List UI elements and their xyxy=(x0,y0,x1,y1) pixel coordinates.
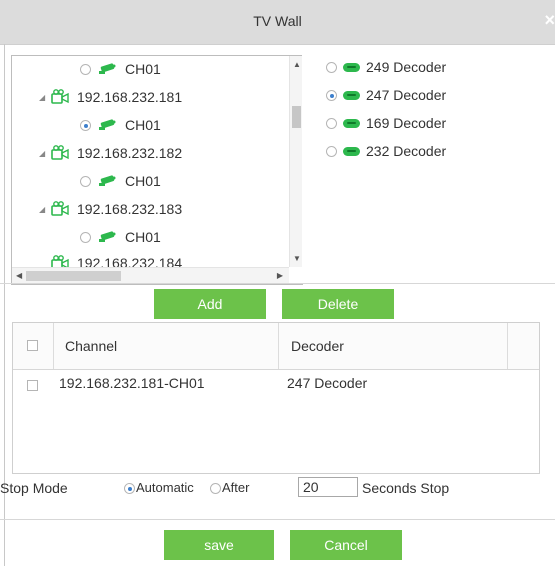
column-divider xyxy=(507,323,508,369)
decoder-label: 169 Decoder xyxy=(366,115,447,131)
channel-tree-panel: CH01 ◢ 192.168.232.181 CH01 ◢ 192.168.23… xyxy=(11,55,303,285)
table-row[interactable]: 192.168.232.181-CH01 247 Decoder xyxy=(13,369,539,399)
add-button[interactable]: Add xyxy=(154,289,266,319)
tree-item-label: 192.168.232.181 xyxy=(77,89,183,105)
tree-channel-item[interactable]: CH01 xyxy=(80,58,161,80)
after-radio[interactable] xyxy=(210,483,221,494)
tree-device-item[interactable]: ◢ 192.168.232.183 xyxy=(39,198,182,220)
expand-icon[interactable]: ◢ xyxy=(39,93,51,102)
decoder-radio[interactable] xyxy=(326,117,337,129)
dialog-title: TV Wall xyxy=(253,13,302,29)
automatic-option-label[interactable]: Automatic xyxy=(136,480,194,495)
dialog-title-bar: TV Wall × xyxy=(0,0,555,45)
scroll-left-arrow-icon[interactable]: ◀ xyxy=(16,271,22,280)
stop-mode-label: Stop Mode xyxy=(0,480,68,496)
row-channel: 192.168.232.181-CH01 xyxy=(59,375,205,391)
decoder-list-panel: 249 Decoder 247 Decoder 169 Decoder 232 … xyxy=(302,55,555,283)
table-header: Channel Decoder xyxy=(13,323,539,370)
column-divider xyxy=(53,323,54,369)
row-checkbox[interactable] xyxy=(27,380,38,391)
tree-item-label: CH01 xyxy=(125,229,161,245)
stop-mode-row: Stop Mode Automatic After Seconds Stop xyxy=(0,472,555,502)
decoder-icon xyxy=(343,62,360,72)
panel-divider xyxy=(0,283,555,284)
column-header-decoder[interactable]: Decoder xyxy=(291,338,344,354)
channel-radio[interactable] xyxy=(80,63,91,75)
select-all-checkbox[interactable] xyxy=(27,340,38,351)
automatic-radio[interactable] xyxy=(124,483,135,494)
scrollbar-thumb[interactable] xyxy=(292,106,301,128)
after-option-label[interactable]: After xyxy=(222,480,249,495)
decoder-label: 249 Decoder xyxy=(366,59,447,75)
scroll-right-arrow-icon[interactable]: ▶ xyxy=(277,271,283,280)
decoder-label: 247 Decoder xyxy=(366,87,447,103)
tree-item-label: 192.168.232.183 xyxy=(77,201,183,217)
cancel-button[interactable]: Cancel xyxy=(290,530,402,560)
channel-radio[interactable] xyxy=(80,231,91,243)
decoder-item[interactable]: 169 Decoder xyxy=(326,112,446,134)
channel-radio[interactable] xyxy=(80,175,91,187)
tree-device-item[interactable]: ◢ 192.168.232.181 xyxy=(39,86,182,108)
camera-icon xyxy=(97,62,119,76)
decoder-item[interactable]: 249 Decoder xyxy=(326,56,446,78)
scrollbar-thumb[interactable] xyxy=(26,271,121,281)
decoder-item[interactable]: 232 Decoder xyxy=(326,140,446,162)
close-icon[interactable]: × xyxy=(544,10,555,31)
camera-icon xyxy=(97,174,119,188)
nvr-device-icon xyxy=(51,145,71,161)
decoder-radio[interactable] xyxy=(326,61,337,73)
decoder-item[interactable]: 247 Decoder xyxy=(326,84,446,106)
decoder-icon xyxy=(343,90,360,100)
tree-channel-item[interactable]: CH01 xyxy=(80,170,161,192)
tree-item-label: 192.168.232.182 xyxy=(77,145,183,161)
camera-icon xyxy=(97,230,119,244)
tree-channel-item[interactable]: CH01 xyxy=(80,226,161,248)
scroll-up-arrow-icon[interactable]: ▲ xyxy=(293,60,301,69)
decoder-icon xyxy=(343,146,360,156)
tree-vertical-scrollbar[interactable]: ▲ ▼ xyxy=(289,56,302,267)
decoder-radio[interactable] xyxy=(326,145,337,157)
binding-table: Channel Decoder 192.168.232.181-CH01 247… xyxy=(12,322,540,474)
column-header-channel[interactable]: Channel xyxy=(65,338,117,354)
tree-item-label: CH01 xyxy=(125,61,161,77)
seconds-input[interactable] xyxy=(298,477,358,497)
decoder-icon xyxy=(343,118,360,128)
nvr-device-icon xyxy=(51,201,71,217)
column-divider xyxy=(278,323,279,369)
seconds-stop-label: Seconds Stop xyxy=(362,480,450,496)
decoder-radio[interactable] xyxy=(326,89,337,101)
nvr-device-icon xyxy=(51,89,71,105)
channel-radio[interactable] xyxy=(80,119,91,131)
camera-icon xyxy=(97,118,119,132)
expand-icon[interactable]: ◢ xyxy=(39,149,51,158)
expand-icon[interactable]: ◢ xyxy=(39,205,51,214)
tree-item-label: CH01 xyxy=(125,173,161,189)
delete-button[interactable]: Delete xyxy=(282,289,394,319)
tree-channel-item[interactable]: CH01 xyxy=(80,114,161,136)
row-decoder: 247 Decoder xyxy=(287,375,368,391)
footer-divider xyxy=(0,519,555,520)
scroll-down-arrow-icon[interactable]: ▼ xyxy=(293,254,301,263)
tree-device-item[interactable]: ◢ 192.168.232.182 xyxy=(39,142,182,164)
tree-item-label: CH01 xyxy=(125,117,161,133)
save-button[interactable]: save xyxy=(164,530,274,560)
decoder-label: 232 Decoder xyxy=(366,143,447,159)
